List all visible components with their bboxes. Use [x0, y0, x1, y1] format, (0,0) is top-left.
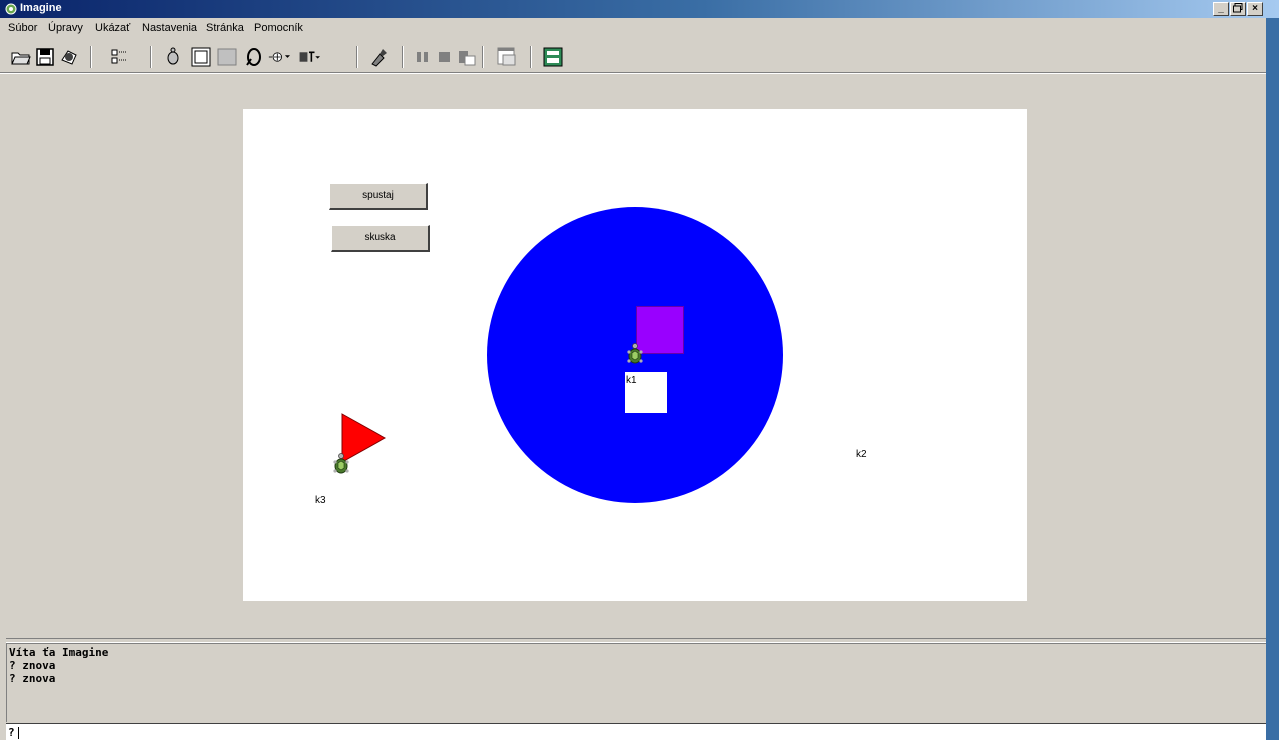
spustaj-button[interactable]: spustaj: [329, 183, 428, 210]
toolbar-separator: [90, 46, 92, 68]
rectangle-icon[interactable]: [190, 46, 212, 68]
turtle-k1-icon[interactable]: [626, 342, 644, 366]
menu-pomocnik[interactable]: Pomocník: [254, 22, 303, 34]
window-icon[interactable]: [496, 46, 518, 68]
restore-icon: [1233, 3, 1243, 13]
console-line: ? znova: [9, 672, 56, 685]
toolbar: [0, 40, 1266, 73]
title-bar: Imagine _ ×: [0, 0, 1279, 18]
turtle-k3-icon[interactable]: [332, 452, 350, 476]
grid-icon[interactable]: [108, 46, 130, 68]
console-line: Víta ťa Imagine: [9, 646, 109, 659]
filled-rectangle-icon[interactable]: [216, 46, 238, 68]
menu-upravy[interactable]: Úpravy: [48, 22, 83, 34]
label-k3: k3: [315, 495, 326, 506]
menu-ukazat[interactable]: Ukázať: [95, 22, 130, 34]
command-prompt: ?: [8, 726, 15, 739]
menu-subor[interactable]: Súbor: [8, 22, 37, 34]
print-icon[interactable]: [58, 46, 80, 68]
open-folder-icon[interactable]: [10, 46, 32, 68]
menu-bar: Súbor Úpravy Ukázať Nastavenia Stránka P…: [0, 19, 1266, 39]
page-icon[interactable]: [542, 46, 564, 68]
minimize-button[interactable]: _: [1213, 2, 1229, 16]
command-input[interactable]: ?: [6, 723, 1266, 740]
stop-icon[interactable]: [434, 46, 456, 68]
menu-nastavenia[interactable]: Nastavenia: [142, 22, 197, 34]
label-k2: k2: [856, 449, 867, 460]
run-icon[interactable]: [456, 46, 478, 68]
toolbar-separator: [402, 46, 404, 68]
text-caret: [17, 727, 19, 739]
shape-icon[interactable]: [268, 46, 290, 68]
toolbar-separator: [482, 46, 484, 68]
text-icon[interactable]: [298, 46, 320, 68]
toolbar-separator: [150, 46, 152, 68]
window-title: Imagine: [20, 2, 62, 14]
skuska-button[interactable]: skuska: [331, 225, 430, 252]
lasso-icon[interactable]: [242, 46, 264, 68]
pause-icon[interactable]: [412, 46, 434, 68]
console-output: Víta ťa Imagine ? znova ? znova: [6, 643, 1266, 722]
menu-stranka[interactable]: Stránka: [206, 22, 244, 34]
turtle-icon[interactable]: [162, 46, 184, 68]
console-line: ? znova: [9, 659, 56, 672]
save-icon[interactable]: [34, 46, 56, 68]
window-edge: [1266, 18, 1279, 740]
close-button[interactable]: ×: [1247, 2, 1263, 16]
label-k1: k1: [626, 375, 637, 386]
restore-button[interactable]: [1230, 2, 1246, 16]
paint-icon[interactable]: [368, 46, 390, 68]
imagine-app-icon: [5, 3, 17, 15]
toolbar-separator: [530, 46, 532, 68]
toolbar-separator: [356, 46, 358, 68]
